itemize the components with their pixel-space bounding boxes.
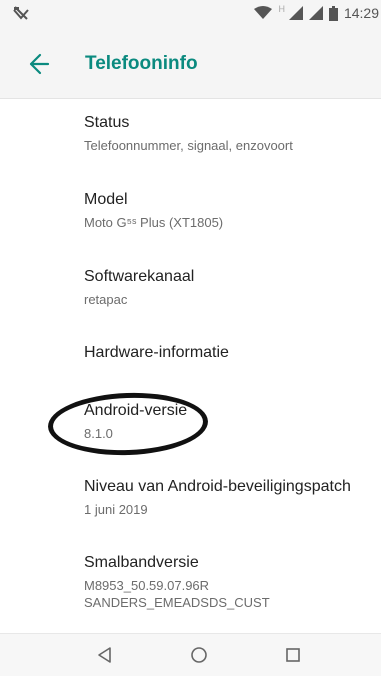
- list-item-title: Smalbandversie: [84, 554, 199, 571]
- list-item-title: Android-versie: [84, 402, 188, 419]
- list-item-hardware-informatie[interactable]: Hardware-informatie: [84, 343, 374, 363]
- list-item-title: Model: [84, 191, 128, 208]
- list-item-beveiligingspatch[interactable]: Niveau van Android-beveiligingspatch 1 j…: [84, 477, 374, 518]
- list-item-subtitle: Moto G⁵ˢ Plus (XT1805): [84, 215, 224, 230]
- signal-icon: [288, 6, 303, 20]
- wifi-icon: [254, 6, 273, 19]
- list-item-model[interactable]: Model Moto G⁵ˢ Plus (XT1805): [84, 190, 374, 231]
- list-item-softwarekanaal[interactable]: Softwarekanaal retapac: [84, 267, 374, 308]
- app-bar: Telefooninfo: [0, 26, 381, 99]
- list-item-title: Hardware-informatie: [84, 344, 229, 361]
- list-item-subtitle-2: SANDERS_EMEADSDS_CUST: [84, 595, 270, 610]
- list-item-status[interactable]: Status Telefoonnummer, signaal, enzovoor…: [84, 113, 374, 154]
- list-item-title: Status: [84, 114, 130, 131]
- list-item-subtitle: M8953_50.59.07.96R: [84, 578, 210, 593]
- network-type-label: H: [278, 4, 285, 14]
- status-time: 14:29: [343, 5, 379, 21]
- wifi-off-icon: [13, 6, 29, 20]
- list-item-subtitle: retapac: [84, 292, 128, 307]
- list-item-title: Softwarekanaal: [84, 268, 195, 285]
- list-item-android-versie[interactable]: Android-versie 8.1.0: [84, 401, 374, 442]
- recents-square-icon[interactable]: [282, 644, 304, 666]
- list-item-smalbandversie[interactable]: Smalbandversie M8953_50.59.07.96R SANDER…: [84, 553, 374, 611]
- list-item-title: Niveau van Android-beveiligingspatch: [84, 478, 351, 495]
- home-circle-icon[interactable]: [188, 644, 210, 666]
- status-icons: H 14:29: [254, 3, 379, 23]
- status-bar: H 14:29: [0, 0, 381, 26]
- signal-icon: [308, 6, 323, 20]
- list-item-subtitle: 1 juni 2019: [84, 502, 148, 517]
- battery-icon: [328, 5, 338, 21]
- list-item-subtitle: 8.1.0: [84, 426, 113, 441]
- navigation-bar: [0, 633, 381, 676]
- page-title: Telefooninfo: [85, 53, 198, 74]
- back-triangle-icon[interactable]: [94, 644, 116, 666]
- list-item-subtitle: Telefoonnummer, signaal, enzovoort: [84, 138, 293, 153]
- arrow-left-icon[interactable]: [20, 50, 54, 78]
